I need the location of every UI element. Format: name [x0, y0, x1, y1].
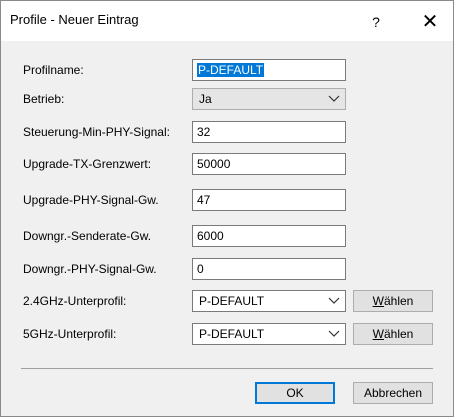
choose-mnemonic: W — [372, 327, 384, 341]
window-title: Profile - Neuer Eintrag — [10, 12, 139, 27]
choose-label-rest: ählen — [383, 294, 414, 308]
choose-label-rest: ählen — [383, 327, 414, 341]
chevron-down-icon — [328, 297, 340, 304]
label-upgrade-phy-signal-gw: Upgrade-PHY-Signal-Gw. — [23, 193, 159, 207]
chevron-down-icon — [328, 95, 340, 102]
profilname-input[interactable]: P-DEFAULT — [192, 59, 346, 81]
ok-button[interactable]: OK — [255, 382, 335, 404]
downgr-senderate-gw-input[interactable]: 6000 — [192, 225, 346, 247]
label-steuerung-min-phy-signal: Steuerung-Min-PHY-Signal: — [23, 125, 170, 139]
choose-mnemonic: W — [372, 294, 384, 308]
5ghz-unterprofil-value: P-DEFAULT — [199, 327, 265, 341]
upgrade-tx-grenzwert-input[interactable]: 50000 — [192, 153, 346, 175]
chevron-down-icon — [328, 330, 340, 337]
choose-5ghz-button[interactable]: Wählen — [353, 323, 433, 345]
label-downgr-senderate-gw: Downgr.-Senderate-Gw. — [23, 229, 152, 243]
label-upgrade-tx-grenzwert: Upgrade-TX-Grenzwert: — [23, 157, 152, 171]
label-downgr-phy-signal-gw: Downgr.-PHY-Signal-Gw. — [23, 262, 157, 276]
2-4ghz-unterprofil-select[interactable]: P-DEFAULT — [192, 290, 346, 312]
close-icon[interactable]: ✕ — [415, 10, 445, 34]
upgrade-phy-signal-gw-input[interactable]: 47 — [192, 189, 346, 211]
label-betrieb: Betrieb: — [23, 92, 65, 106]
label-5ghz-unterprofil: 5GHz-Unterprofil: — [23, 327, 117, 341]
help-icon[interactable]: ? — [361, 10, 391, 34]
dialog-window: Profile - Neuer Eintrag ? ✕ Profilname: … — [0, 0, 454, 417]
title-bar[interactable]: Profile - Neuer Eintrag ? ✕ — [1, 1, 453, 41]
choose-2-4ghz-button[interactable]: Wählen — [353, 290, 433, 312]
betrieb-value: Ja — [199, 92, 212, 106]
profilname-selected-text: P-DEFAULT — [197, 63, 265, 77]
5ghz-unterprofil-select[interactable]: P-DEFAULT — [192, 323, 346, 345]
cancel-button[interactable]: Abbrechen — [353, 382, 433, 404]
label-2-4ghz-unterprofil: 2.4GHz-Unterprofil: — [23, 294, 127, 308]
label-profilname: Profilname: — [23, 63, 84, 77]
separator — [21, 368, 433, 369]
betrieb-select[interactable]: Ja — [192, 88, 346, 110]
steuerung-min-phy-signal-input[interactable]: 32 — [192, 121, 346, 143]
2-4ghz-unterprofil-value: P-DEFAULT — [199, 294, 265, 308]
downgr-phy-signal-gw-input[interactable]: 0 — [192, 258, 346, 280]
